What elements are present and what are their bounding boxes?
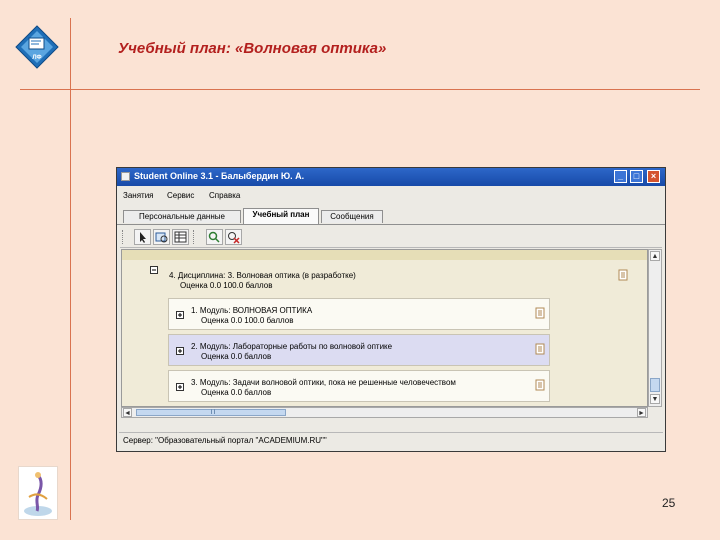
window-title: Student Online 3.1 - Балыбердин Ю. А. (134, 171, 305, 181)
vertical-scrollbar[interactable]: ▲ ▼ (648, 249, 662, 407)
search-add-icon[interactable] (206, 229, 223, 245)
toolbar-grip[interactable] (122, 230, 125, 244)
study-plan-tree: 4. Дисциплина: 3. Волновая оптика (в раз… (121, 249, 648, 407)
document-icon[interactable] (535, 343, 546, 355)
module-score: Оценка 0.0 баллов (201, 352, 272, 361)
logo-icon: ЛФ (14, 24, 60, 70)
vertical-scroll-thumb[interactable] (650, 378, 660, 392)
module-view-icon[interactable] (153, 229, 170, 245)
module-row[interactable]: 3. Модуль: Задачи волновой оптики, пока … (168, 370, 550, 402)
tab-personal-data[interactable]: Персональные данные (123, 210, 241, 223)
app-icon (121, 172, 130, 181)
toolbar (120, 227, 662, 248)
discipline-score: Оценка 0.0 100.0 баллов (180, 281, 273, 290)
expand-icon[interactable] (176, 347, 184, 355)
module-title[interactable]: 1. Модуль: ВОЛНОВАЯ ОПТИКА (191, 306, 312, 315)
module-score: Оценка 0.0 100.0 баллов (201, 316, 294, 325)
expand-icon[interactable] (176, 311, 184, 319)
vertical-rule (70, 18, 71, 520)
title-bar: Student Online 3.1 - Балыбердин Ю. А. _ … (117, 168, 665, 186)
scroll-left-arrow[interactable]: ◄ (123, 408, 132, 417)
scroll-grip (211, 409, 215, 414)
header-band (122, 250, 647, 260)
close-button[interactable]: × (647, 170, 660, 183)
toolbar-separator (193, 230, 196, 244)
server-status: Сервер: "Образовательный портал "ACADEMI… (123, 436, 327, 445)
minimize-button[interactable]: _ (614, 170, 627, 183)
delete-icon[interactable] (225, 229, 242, 245)
scroll-down-arrow[interactable]: ▼ (650, 394, 660, 404)
module-score: Оценка 0.0 баллов (201, 388, 272, 397)
horizontal-scrollbar[interactable]: ◄ ► (121, 407, 648, 418)
grid-view-icon[interactable] (172, 229, 189, 245)
tab-bar: Персональные данные Учебный план Сообщен… (117, 208, 665, 225)
tab-study-plan[interactable]: Учебный план (243, 208, 319, 224)
tab-messages[interactable]: Сообщения (321, 210, 383, 223)
menu-spravka[interactable]: Справка (209, 191, 240, 200)
page-number: 25 (662, 496, 676, 510)
module-row[interactable]: 1. Модуль: ВОЛНОВАЯ ОПТИКА Оценка 0.0 10… (168, 298, 550, 330)
decorative-figure-image (18, 466, 58, 520)
expand-icon[interactable] (176, 383, 184, 391)
document-icon[interactable] (535, 307, 546, 319)
module-title[interactable]: 2. Модуль: Лабораторные работы по волнов… (191, 342, 392, 351)
menu-zanyatiya[interactable]: Занятия (123, 191, 154, 200)
pointer-icon[interactable] (134, 229, 151, 245)
scroll-up-arrow[interactable]: ▲ (650, 251, 660, 261)
horizontal-rule (20, 89, 700, 90)
menu-bar: Занятия Сервис Справка (117, 188, 665, 202)
document-icon[interactable] (535, 379, 546, 391)
discipline-title[interactable]: 4. Дисциплина: 3. Волновая оптика (в раз… (169, 271, 356, 280)
menu-servis[interactable]: Сервис (167, 191, 194, 200)
document-icon[interactable] (618, 269, 629, 281)
maximize-button[interactable]: □ (630, 170, 643, 183)
slide-title: Учебный план: «Волновая оптика» (118, 40, 387, 57)
app-window: Student Online 3.1 - Балыбердин Ю. А. _ … (116, 167, 666, 452)
collapse-icon[interactable] (150, 266, 158, 274)
module-row-selected[interactable]: 2. Модуль: Лабораторные работы по волнов… (168, 334, 550, 366)
module-title[interactable]: 3. Модуль: Задачи волновой оптики, пока … (191, 378, 456, 387)
status-bar: Сервер: "Образовательный портал "ACADEMI… (119, 432, 663, 448)
scroll-right-arrow[interactable]: ► (637, 408, 646, 417)
logo-text: ЛФ (32, 55, 41, 61)
